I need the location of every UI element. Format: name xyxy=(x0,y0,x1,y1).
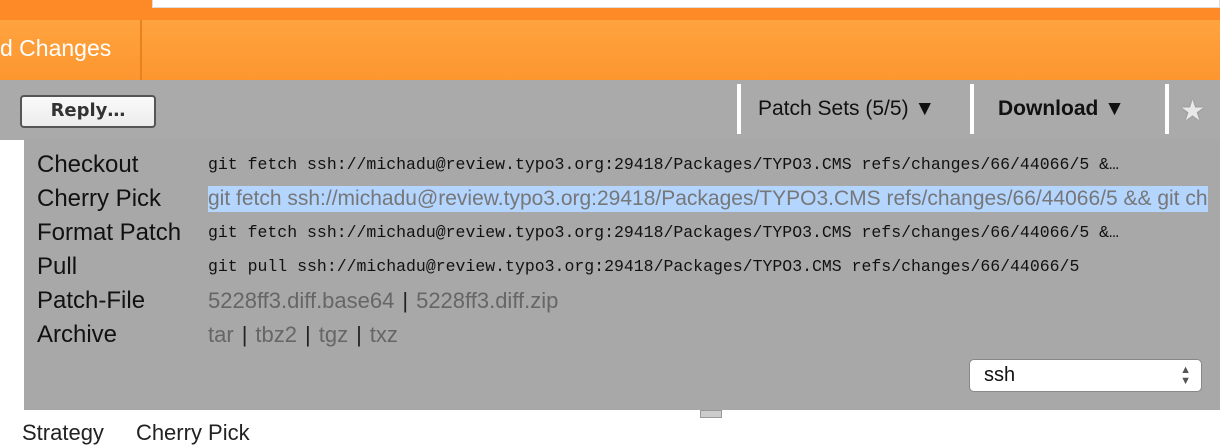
archive-link-txz[interactable]: txz xyxy=(370,322,398,347)
row-label: Cherry Pick xyxy=(37,185,162,212)
edit-icon[interactable] xyxy=(700,410,722,418)
row-label: Format Patch xyxy=(37,219,182,246)
command-text[interactable]: git fetch ssh://michadu@review.typo3.org… xyxy=(208,216,1208,250)
row-label: Archive xyxy=(37,321,118,348)
row-label: Pull xyxy=(37,253,78,280)
divider xyxy=(970,84,974,134)
star-icon[interactable]: ★ xyxy=(1180,94,1205,127)
download-row-checkout: Checkout git fetch ssh://michadu@review.… xyxy=(37,148,1217,182)
separator: | xyxy=(241,322,248,347)
patch-link-zip[interactable]: 5228ff3.diff.zip xyxy=(416,288,558,313)
command-text-selected[interactable]: git fetch ssh://michadu@review.typo3.org… xyxy=(208,186,1208,212)
row-label: Checkout xyxy=(37,151,139,178)
strategy-row: Strategy Cherry Pick xyxy=(22,420,250,446)
command-text[interactable]: git fetch ssh://michadu@review.typo3.org… xyxy=(208,148,1208,182)
download-row-archive: Archive tar | tbz2 | tgz | txz xyxy=(37,318,1217,352)
download-row-cherry-pick: Cherry Pick git fetch ssh://michadu@revi… xyxy=(37,182,1217,216)
archive-link-tbz2[interactable]: tbz2 xyxy=(255,322,297,347)
divider xyxy=(737,84,741,134)
updown-arrows-icon: ▲ ▼ xyxy=(1180,364,1191,387)
tab-bar: d Changes xyxy=(0,20,1220,80)
patch-sets-menu[interactable]: Patch Sets (5/5) ▼ xyxy=(758,84,935,134)
row-label: Patch-File xyxy=(37,287,146,314)
search-input[interactable] xyxy=(152,0,1220,8)
download-row-format-patch: Format Patch git fetch ssh://michadu@rev… xyxy=(37,216,1217,250)
page-background xyxy=(0,140,24,430)
reply-button[interactable]: Reply… xyxy=(20,95,156,128)
separator: | xyxy=(305,322,311,347)
strategy-value: Cherry Pick xyxy=(135,420,250,445)
scheme-value: ssh xyxy=(984,364,1016,386)
scheme-select[interactable]: ssh ▲ ▼ xyxy=(969,359,1202,392)
download-row-patch-file: Patch-File 5228ff3.diff.base64 | 5228ff3.d… xyxy=(37,284,1217,318)
archive-link-tar[interactable]: tar xyxy=(208,322,234,347)
patch-link-base64[interactable]: 5228ff3.diff.base64 xyxy=(208,288,394,313)
archive-link-tgz[interactable]: tgz xyxy=(319,322,348,347)
strategy-label: Strategy xyxy=(22,420,104,445)
divider xyxy=(1165,84,1169,134)
download-menu[interactable]: Download ▼ xyxy=(998,84,1125,134)
separator: | xyxy=(356,322,362,347)
download-row-pull: Pull git pull ssh://michadu@review.typo3… xyxy=(37,250,1217,284)
command-text[interactable]: git pull ssh://michadu@review.typo3.org:… xyxy=(208,250,1208,284)
separator: | xyxy=(402,288,409,313)
tab-changes[interactable]: d Changes xyxy=(0,20,142,80)
